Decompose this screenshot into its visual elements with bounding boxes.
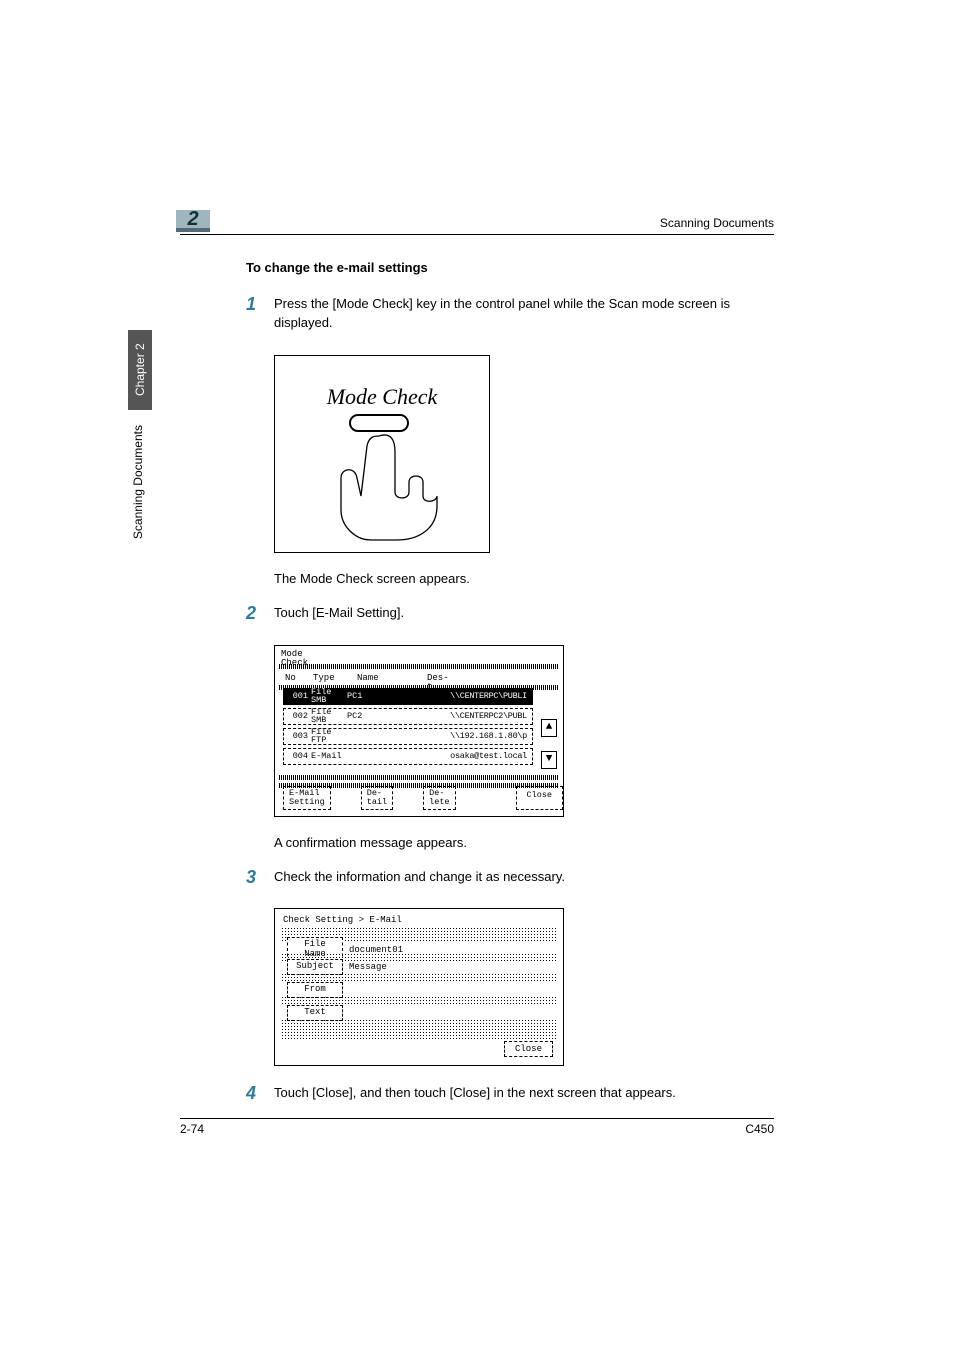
header-rule <box>180 234 774 235</box>
divider-dots <box>279 664 559 669</box>
subject-value: Message <box>349 962 387 972</box>
step-text: Touch [E-Mail Setting]. <box>274 604 776 623</box>
step-1-followup: The Mode Check screen appears. <box>274 571 776 586</box>
table-rows: 001 File SMB PC1 \\CENTERPC\PUBLI 002 Fi… <box>283 688 533 768</box>
model-number: C450 <box>745 1122 774 1136</box>
step-number: 3 <box>246 868 274 897</box>
footer-rule <box>180 1118 774 1119</box>
step-body: Check the information and change it as n… <box>274 868 776 897</box>
key-label: Mode Check <box>275 384 489 410</box>
step-body: Press the [Mode Check] key in the contro… <box>274 295 776 343</box>
step-2-followup: A confirmation message appears. <box>274 835 776 850</box>
delete-button[interactable]: De-lete <box>423 786 455 810</box>
figure-email-setting-screen: Check Setting > E-Mail FileName document… <box>274 908 776 1066</box>
step-2: 2 Touch [E-Mail Setting]. <box>246 604 776 633</box>
page-number: 2-74 <box>180 1122 204 1136</box>
scroll-up-button[interactable]: ▲ <box>541 719 557 737</box>
section-tab-label: Scanning Documents <box>131 425 145 539</box>
content: To change the e-mail settings 1 Press th… <box>246 260 776 1125</box>
dots-region <box>281 973 557 982</box>
step-number: 2 <box>246 604 274 633</box>
email-setting-button[interactable]: E-MailSetting <box>283 786 331 810</box>
chapter-badge: 2 <box>176 210 210 232</box>
step-1: 1 Press the [Mode Check] key in the cont… <box>246 295 776 343</box>
step-text: Check the information and change it as n… <box>274 868 776 887</box>
close-button[interactable]: Close <box>504 1041 553 1057</box>
scroll-down-button[interactable]: ▼ <box>541 751 557 769</box>
step-text: Press the [Mode Check] key in the contro… <box>274 295 776 333</box>
bottom-buttons: E-MailSetting De-tail De-lete Close <box>283 786 555 810</box>
section-heading: To change the e-mail settings <box>246 260 776 275</box>
footer-row: 2-74 C450 <box>180 1122 774 1136</box>
page-header: Scanning Documents 2 <box>180 216 774 235</box>
step-text: Touch [Close], and then touch [Close] in… <box>274 1084 776 1103</box>
dots-region <box>281 996 557 1005</box>
email-setting-screen: Check Setting > E-Mail FileName document… <box>274 908 564 1066</box>
table-row[interactable]: 004 E-Mail osaka@test.local <box>283 748 533 765</box>
running-head: Scanning Documents <box>180 216 774 230</box>
detail-button[interactable]: De-tail <box>361 786 393 810</box>
table-row[interactable]: 001 File SMB PC1 \\CENTERPC\PUBLI <box>283 688 533 705</box>
chapter-tab-label: Chapter 2 <box>128 330 152 410</box>
step-body: Touch [Close], and then touch [Close] in… <box>274 1084 776 1113</box>
step-4: 4 Touch [Close], and then touch [Close] … <box>246 1084 776 1113</box>
side-tab: Chapter 2 Scanning Documents <box>128 330 152 590</box>
mode-check-screen: Mode Check No Type Name Des-t. 001 File … <box>274 645 564 817</box>
step-body: Touch [E-Mail Setting]. <box>274 604 776 633</box>
step-number: 1 <box>246 295 274 343</box>
divider-dots <box>279 775 559 780</box>
table-row[interactable]: 002 File SMB PC2 \\CENTERPC2\PUBL <box>283 708 533 725</box>
close-button[interactable]: Close <box>516 786 564 810</box>
finger-icon <box>319 422 459 542</box>
mode-check-key-illustration: Mode Check <box>274 355 490 553</box>
step-number: 4 <box>246 1084 274 1113</box>
page-footer: 2-74 C450 <box>180 1118 774 1136</box>
figure-mode-check-screen: Mode Check No Type Name Des-t. 001 File … <box>274 645 776 817</box>
figure-mode-check-key: Mode Check <box>274 355 776 553</box>
table-row[interactable]: 003 File FTP \\192.168.1.80\p <box>283 728 533 745</box>
step-3: 3 Check the information and change it as… <box>246 868 776 897</box>
dots-region <box>281 1019 557 1041</box>
screen-title: Check Setting > E-Mail <box>283 915 402 925</box>
